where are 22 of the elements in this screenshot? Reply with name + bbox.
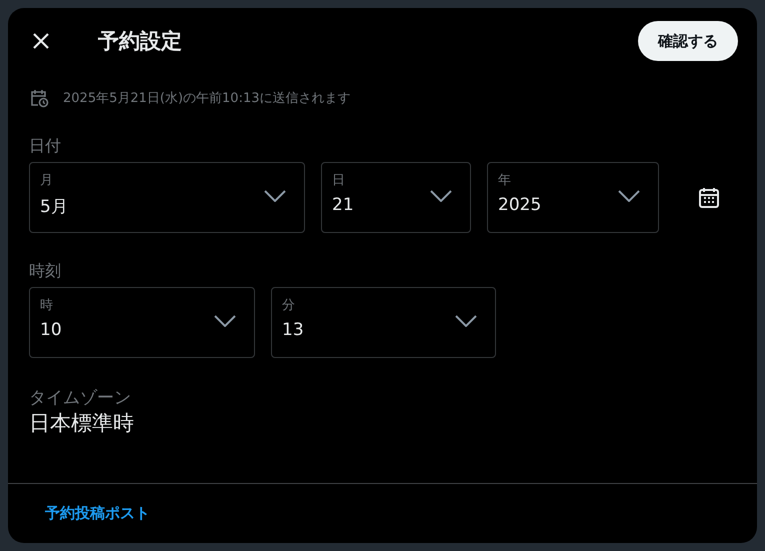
timezone-label: タイムゾーン	[29, 387, 131, 409]
calendar-button[interactable]	[697, 186, 721, 210]
close-icon	[32, 32, 50, 50]
dropdown-select[interactable]: 年 2025	[487, 162, 659, 233]
timezone-value: 日本標準時	[29, 410, 134, 437]
chevron-down-icon	[618, 190, 640, 202]
confirm-button[interactable]: 確認する	[638, 21, 738, 61]
scheduled-posts-link[interactable]: 予約投稿ポスト	[45, 504, 150, 523]
calendar-clock-icon	[29, 88, 49, 108]
dropdown-select[interactable]: 分 13	[271, 287, 496, 358]
chevron-down-icon	[430, 190, 452, 202]
chevron-down-icon	[455, 315, 477, 327]
dropdown-select[interactable]: 月 5月	[29, 162, 305, 233]
dropdown-select[interactable]: 日 21	[321, 162, 471, 233]
time-label: 時刻	[29, 261, 61, 282]
schedule-note: 2025年5月21日(水)の午前10:13に送信されます	[63, 90, 351, 107]
calendar-icon	[697, 186, 721, 210]
chevron-down-icon	[264, 190, 286, 202]
date-label: 日付	[29, 136, 61, 157]
dialog-title: 予約設定	[98, 28, 183, 55]
dropdown-select[interactable]: 時 10	[29, 287, 255, 358]
chevron-down-icon	[214, 315, 236, 327]
